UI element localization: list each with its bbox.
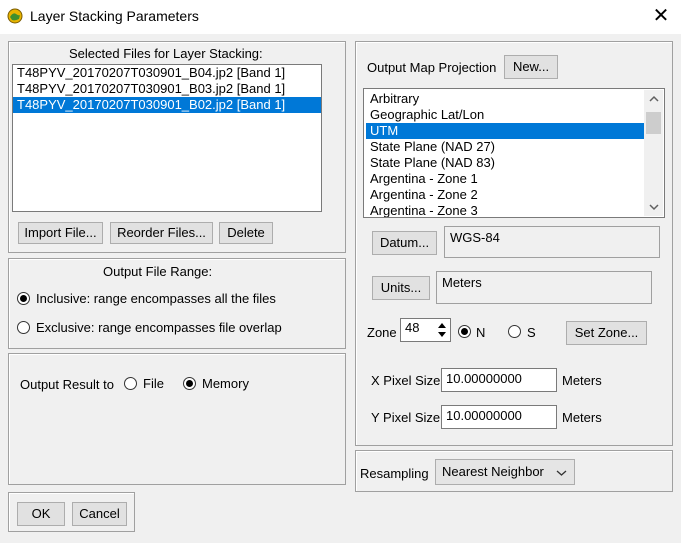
cancel-button[interactable]: Cancel — [72, 502, 127, 526]
north-label[interactable]: N — [476, 325, 485, 340]
file-list-item[interactable]: T48PYV_20170207T030901_B04.jp2 [Band 1] — [13, 65, 321, 81]
x-pixel-units: Meters — [562, 373, 602, 388]
file-list-item-selected[interactable]: T48PYV_20170207T030901_B02.jp2 [Band 1] — [13, 97, 321, 113]
globe-icon — [7, 8, 23, 24]
x-pixel-size-label: X Pixel Size — [371, 373, 441, 388]
datum-value: WGS-84 — [444, 226, 660, 258]
output-file-radio[interactable] — [124, 377, 137, 390]
projection-list[interactable]: Arbitrary Geographic Lat/Lon UTM State P… — [363, 88, 665, 218]
output-memory-radio[interactable] — [183, 377, 196, 390]
inclusive-label[interactable]: Inclusive: range encompasses all the fil… — [36, 291, 276, 306]
delete-button[interactable]: Delete — [219, 222, 273, 244]
projection-list-item[interactable]: Argentina - Zone 1 — [366, 171, 644, 187]
resampling-value[interactable]: Nearest Neighbor — [442, 464, 544, 479]
close-icon[interactable]: ✕ — [650, 4, 672, 28]
projection-list-item-selected[interactable]: UTM — [366, 123, 644, 139]
output-memory-label[interactable]: Memory — [202, 376, 249, 391]
projection-list-scrollbar[interactable] — [644, 90, 663, 216]
new-projection-button[interactable]: New... — [504, 55, 558, 79]
zone-input[interactable]: 48 — [400, 318, 451, 342]
import-file-button[interactable]: Import File... — [18, 222, 103, 244]
file-list-item[interactable]: T48PYV_20170207T030901_B03.jp2 [Band 1] — [13, 81, 321, 97]
set-zone-button[interactable]: Set Zone... — [566, 321, 647, 345]
y-pixel-size-input[interactable]: 10.00000000 — [441, 405, 557, 429]
reorder-files-button[interactable]: Reorder Files... — [110, 222, 213, 244]
exclusive-radio[interactable] — [17, 321, 30, 334]
resampling-select[interactable]: Nearest Neighbor — [435, 459, 575, 485]
units-button[interactable]: Units... — [372, 276, 430, 300]
datum-button[interactable]: Datum... — [372, 231, 437, 255]
exclusive-label[interactable]: Exclusive: range encompasses file overla… — [36, 320, 282, 335]
resampling-label: Resampling — [360, 466, 429, 481]
projection-list-item[interactable]: Argentina - Zone 2 — [366, 187, 644, 203]
zone-label: Zone — [367, 325, 397, 340]
projection-list-item[interactable]: Geographic Lat/Lon — [366, 107, 644, 123]
units-value: Meters — [436, 271, 652, 304]
selected-files-list[interactable]: T48PYV_20170207T030901_B04.jp2 [Band 1] … — [12, 64, 322, 212]
output-file-range-label: Output File Range: — [103, 264, 213, 279]
title-bar: Layer Stacking Parameters ✕ — [0, 0, 681, 34]
projection-list-item[interactable]: State Plane (NAD 83) — [366, 155, 644, 171]
y-pixel-units: Meters — [562, 410, 602, 425]
x-pixel-size-input[interactable]: 10.00000000 — [441, 368, 557, 392]
ok-button[interactable]: OK — [17, 502, 65, 526]
y-pixel-size-label: Y Pixel Size — [371, 410, 441, 425]
scroll-up-icon[interactable] — [649, 95, 659, 103]
output-result-label: Output Result to — [20, 377, 114, 392]
projection-list-item[interactable]: Argentina - Zone 3 — [366, 203, 644, 217]
output-result-group — [8, 353, 346, 485]
south-label[interactable]: S — [527, 325, 536, 340]
scroll-thumb[interactable] — [646, 112, 661, 134]
zone-value[interactable]: 48 — [405, 320, 419, 335]
projection-list-item[interactable]: Arbitrary — [366, 91, 644, 107]
chevron-down-icon[interactable] — [556, 469, 567, 477]
scroll-down-icon[interactable] — [649, 203, 659, 211]
output-file-label[interactable]: File — [143, 376, 164, 391]
north-radio[interactable] — [458, 325, 471, 338]
selected-files-label: Selected Files for Layer Stacking: — [69, 46, 263, 61]
zone-spinner-icon[interactable] — [435, 320, 449, 340]
south-radio[interactable] — [508, 325, 521, 338]
projection-list-item[interactable]: State Plane (NAD 27) — [366, 139, 644, 155]
inclusive-radio[interactable] — [17, 292, 30, 305]
window-title: Layer Stacking Parameters — [30, 8, 199, 24]
output-map-projection-label: Output Map Projection — [367, 60, 497, 75]
